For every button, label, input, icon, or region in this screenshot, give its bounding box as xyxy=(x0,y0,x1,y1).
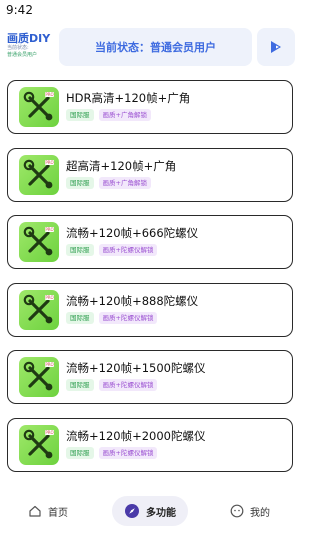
status-time: 9:42 xyxy=(6,3,33,17)
tools-icon: PRO xyxy=(19,357,59,397)
tab-home[interactable]: 首页 xyxy=(20,496,76,526)
feature-tag: 画质+广角解锁 xyxy=(98,109,151,121)
preset-tags: 国际服 画质+陀螺仪解锁 xyxy=(66,244,158,256)
preset-card[interactable]: PRO 超高清+120帧+广角 国际服 画质+广角解锁 xyxy=(7,147,293,202)
preset-list: PRO HDR高清+120帧+广角 国际服 画质+广角解锁 PRO 超高清+12… xyxy=(7,80,293,485)
brand-subtitle-label: 当前状态: xyxy=(7,45,29,51)
play-icon xyxy=(268,39,284,55)
member-status-banner: 当前状态：普通会员用户 xyxy=(59,28,252,66)
region-tag: 国际服 xyxy=(66,109,94,121)
feature-tag: 画质+陀螺仪解锁 xyxy=(98,446,158,459)
svg-text:PRO: PRO xyxy=(45,92,53,97)
preset-card[interactable]: PRO 流畅+120帧+666陀螺仪 国际服 画质+陀螺仪解锁 xyxy=(7,215,293,269)
preset-tags: 国际服 画质+广角解锁 xyxy=(66,109,151,121)
tab-mine[interactable]: 我的 xyxy=(222,496,278,526)
profile-icon xyxy=(230,504,244,518)
preset-card[interactable]: PRO 流畅+120帧+2000陀螺仪 国际服 画质+陀螺仪解锁 xyxy=(7,417,293,472)
region-tag: 国际服 xyxy=(66,244,94,256)
svg-text:PRO: PRO xyxy=(45,362,53,367)
region-tag: 国际服 xyxy=(66,379,94,391)
tools-icon: PRO xyxy=(19,424,59,465)
preset-title: 流畅+120帧+2000陀螺仪 xyxy=(66,428,206,443)
feature-tag: 画质+陀螺仪解锁 xyxy=(98,311,158,324)
tab-multi[interactable]: 多功能 xyxy=(112,496,188,526)
feature-tag: 画质+广角解锁 xyxy=(98,176,151,189)
preset-title: HDR高清+120帧+广角 xyxy=(66,91,191,105)
preset-tags: 国际服 画质+陀螺仪解锁 xyxy=(66,311,158,324)
preset-tags: 国际服 画质+陀螺仪解锁 xyxy=(66,379,158,391)
svg-text:PRO: PRO xyxy=(45,430,53,435)
tab-mine-label: 我的 xyxy=(250,507,270,519)
preset-title: 流畅+120帧+888陀螺仪 xyxy=(66,293,199,308)
tools-icon: PRO xyxy=(19,154,59,195)
tools-icon: PRO xyxy=(19,222,59,262)
preset-card[interactable]: PRO 流畅+120帧+888陀螺仪 国际服 画质+陀螺仪解锁 xyxy=(7,282,293,337)
preset-card[interactable]: PRO HDR高清+120帧+广角 国际服 画质+广角解锁 xyxy=(7,80,293,134)
brand-title: 画质DIY xyxy=(7,32,51,45)
tools-icon: PRO xyxy=(19,289,59,330)
region-tag: 国际服 xyxy=(66,446,94,459)
brand-subtitle-value: 普通会员用户 xyxy=(7,52,38,58)
tab-multi-label: 多功能 xyxy=(146,507,176,519)
home-icon xyxy=(28,504,42,518)
feature-tag: 画质+陀螺仪解锁 xyxy=(98,379,158,391)
status-bar: 9:42 xyxy=(0,0,300,22)
tools-icon: PRO xyxy=(19,87,59,127)
svg-text:PRO: PRO xyxy=(45,295,53,300)
preset-title: 流畅+120帧+666陀螺仪 xyxy=(66,226,199,240)
brand: 画质DIY 当前状态: 普通会员用户 xyxy=(7,32,57,59)
feature-tag: 画质+陀螺仪解锁 xyxy=(98,244,158,256)
svg-text:PRO: PRO xyxy=(45,160,53,165)
preset-tags: 国际服 画质+陀螺仪解锁 xyxy=(66,446,158,459)
tab-home-label: 首页 xyxy=(48,507,68,519)
compass-icon xyxy=(124,503,140,519)
preset-title: 流畅+120帧+1500陀螺仪 xyxy=(66,361,206,375)
region-tag: 国际服 xyxy=(66,311,94,324)
preset-card[interactable]: PRO 流畅+120帧+1500陀螺仪 国际服 画质+陀螺仪解锁 xyxy=(7,350,293,404)
preset-title: 超高清+120帧+广角 xyxy=(66,158,177,173)
region-tag: 国际服 xyxy=(66,176,94,189)
bottom-tab-bar: 首页 多功能 我的 xyxy=(0,494,300,528)
svg-text:PRO: PRO xyxy=(45,227,53,232)
play-button[interactable] xyxy=(257,28,295,66)
header: 画质DIY 当前状态: 普通会员用户 当前状态：普通会员用户 xyxy=(0,28,300,70)
member-status-text: 当前状态：普通会员用户 xyxy=(95,41,216,54)
preset-tags: 国际服 画质+广角解锁 xyxy=(66,176,151,189)
